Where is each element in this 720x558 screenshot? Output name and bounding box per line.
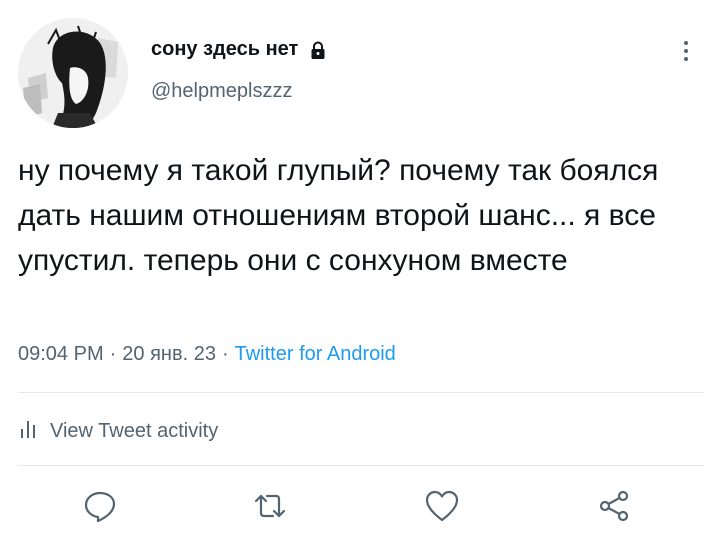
share-icon[interactable] [596, 488, 632, 524]
tweet-time[interactable]: 09:04 PM [18, 343, 104, 365]
divider [18, 392, 704, 393]
like-icon[interactable] [424, 488, 460, 524]
tweet-text: ну почему я такой глупый? почему так боя… [18, 154, 659, 277]
username[interactable]: @helpmeplszzz [151, 80, 292, 103]
meta-separator: · [221, 343, 229, 365]
avatar-image [18, 18, 128, 128]
activity-label: View Tweet activity [50, 419, 219, 442]
meta-separator: · [109, 343, 117, 365]
display-name[interactable]: сону здесь нет [151, 38, 328, 61]
tweet-meta: 09:04 PM · 20 янв. 23 · Twitter for Android [18, 343, 396, 366]
retweet-icon[interactable] [252, 488, 288, 524]
tweet-date[interactable]: 20 янв. 23 [122, 343, 216, 365]
avatar[interactable] [18, 18, 128, 128]
more-vertical-icon[interactable] [676, 36, 696, 66]
view-tweet-activity[interactable]: View Tweet activity [18, 417, 218, 445]
analytics-icon [18, 417, 38, 445]
reply-icon[interactable] [82, 488, 118, 524]
divider [18, 465, 704, 466]
tweet-source[interactable]: Twitter for Android [235, 343, 396, 365]
display-name-text: сону здесь нет [151, 38, 299, 60]
lock-icon [308, 40, 328, 60]
